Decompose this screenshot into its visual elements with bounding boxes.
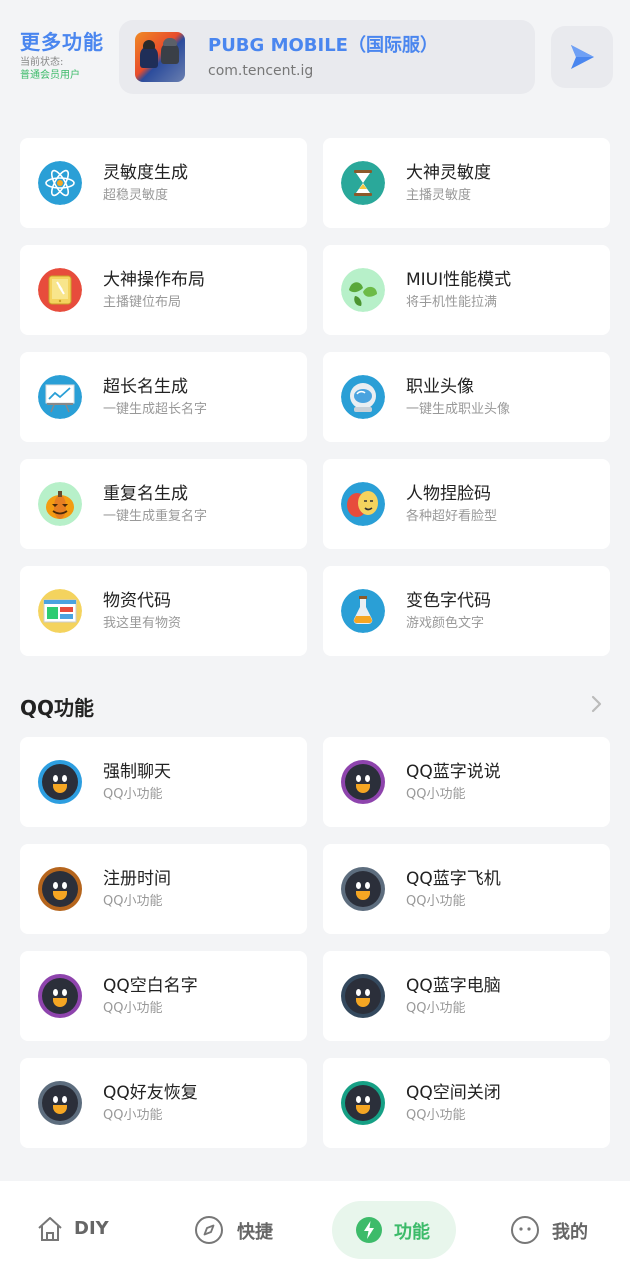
qq-penguin-icon (38, 1081, 82, 1125)
leaves-icon (341, 268, 385, 312)
qq-section-title: QQ功能 (20, 696, 95, 720)
feature-card[interactable]: 大神操作布局主播键位布局 (20, 245, 307, 335)
qq-feature-card[interactable]: 注册时间 QQ小功能 (20, 844, 307, 934)
feature-subtitle: 各种超好看脸型 (406, 509, 498, 524)
presentation-icon (38, 375, 82, 419)
qq-feature-title: 注册时间 (103, 869, 171, 889)
qq-feature-subtitle: QQ小功能 (406, 1108, 466, 1123)
qq-penguin-icon (341, 760, 385, 804)
theater-masks-icon (341, 482, 385, 526)
launch-game-button[interactable] (551, 26, 613, 88)
qq-feature-subtitle: QQ小功能 (406, 1001, 466, 1016)
bottom-nav: DIY 快捷 功能 我的 (0, 1181, 630, 1280)
qq-penguin-icon (38, 974, 82, 1018)
qq-feature-title: QQ蓝字飞机 (406, 869, 501, 889)
qq-feature-title: QQ空白名字 (103, 976, 198, 996)
membership-status: 普通会员用户 (20, 70, 80, 81)
qq-penguin-icon (38, 760, 82, 804)
feature-title: 职业头像 (406, 377, 474, 397)
feature-card[interactable]: 职业头像一键生成职业头像 (323, 352, 610, 442)
feature-subtitle: 主播灵敏度 (406, 188, 472, 203)
feature-subtitle: 一键生成职业头像 (406, 402, 511, 417)
tablet-icon (38, 268, 82, 312)
dashboard-icon (38, 589, 82, 633)
qq-feature-subtitle: QQ小功能 (103, 787, 163, 802)
qq-penguin-icon (38, 867, 82, 911)
nav-label-shortcut: 快捷 (237, 1222, 273, 1243)
face-icon (511, 1216, 539, 1244)
nav-item-profile[interactable]: 我的 (510, 1201, 600, 1259)
game-package: com.tencent.ig (208, 63, 314, 79)
home-icon (38, 1217, 62, 1241)
game-app-icon (135, 32, 185, 82)
feature-subtitle: 一键生成超长名字 (103, 402, 208, 417)
qq-feature-title: QQ空间关闭 (406, 1083, 501, 1103)
qq-feature-card[interactable]: QQ空白名字 QQ小功能 (20, 951, 307, 1041)
feature-subtitle: 主播键位布局 (103, 295, 182, 310)
qq-penguin-icon (341, 867, 385, 911)
feature-title: 变色字代码 (406, 591, 491, 611)
nav-label-features: 功能 (394, 1222, 430, 1243)
bolt-icon (356, 1217, 382, 1243)
qq-feature-title: QQ蓝字电脑 (406, 976, 501, 996)
feature-title: 超长名生成 (103, 377, 188, 397)
play-icon (571, 45, 594, 69)
feature-card[interactable]: 变色字代码游戏颜色文字 (323, 566, 610, 656)
qq-feature-card[interactable]: QQ蓝字飞机 QQ小功能 (323, 844, 610, 934)
feature-title: 人物捏脸码 (406, 484, 491, 504)
page-title: 更多功能 (20, 30, 104, 54)
feature-card[interactable]: 超长名生成一键生成超长名字 (20, 352, 307, 442)
nav-item-features[interactable]: 功能 (332, 1201, 456, 1259)
nav-label-profile: 我的 (552, 1222, 588, 1243)
astronaut-helmet-icon (341, 375, 385, 419)
qq-feature-subtitle: QQ小功能 (103, 894, 163, 909)
brand-block: 更多功能 当前状态: 普通会员用户 (20, 30, 104, 82)
pumpkin-icon (38, 482, 82, 526)
feature-card[interactable]: 物资代码我这里有物资 (20, 566, 307, 656)
nav-item-diy[interactable]: DIY (36, 1201, 116, 1259)
feature-title: MIUI性能模式 (406, 270, 512, 290)
qq-feature-card[interactable]: 强制聊天 QQ小功能 (20, 737, 307, 827)
qq-feature-card[interactable]: QQ空间关闭 QQ小功能 (323, 1058, 610, 1148)
qq-feature-subtitle: QQ小功能 (103, 1108, 163, 1123)
feature-card[interactable]: 大神灵敏度主播灵敏度 (323, 138, 610, 228)
qq-feature-card[interactable]: QQ蓝字电脑 QQ小功能 (323, 951, 610, 1041)
selected-game-card[interactable]: PUBG MOBILE（国际服） com.tencent.ig (119, 20, 535, 94)
feature-subtitle: 超稳灵敏度 (103, 188, 169, 203)
status-label: 当前状态: (20, 57, 64, 68)
feature-card[interactable]: 灵敏度生成超稳灵敏度 (20, 138, 307, 228)
qq-penguin-icon (341, 974, 385, 1018)
feature-card[interactable]: 人物捏脸码各种超好看脸型 (323, 459, 610, 549)
compass-icon (195, 1216, 223, 1244)
feature-title: 大神操作布局 (103, 270, 205, 290)
hourglass-icon (341, 161, 385, 205)
flask-icon (341, 589, 385, 633)
qq-feature-title: QQ蓝字说说 (406, 762, 501, 782)
feature-subtitle: 将手机性能拉满 (406, 295, 498, 310)
game-name: PUBG MOBILE（国际服） (208, 35, 438, 56)
feature-title: 大神灵敏度 (406, 163, 491, 183)
qq-feature-card[interactable]: QQ蓝字说说 QQ小功能 (323, 737, 610, 827)
nav-label-diy: DIY (74, 1218, 109, 1239)
chevron-right-icon[interactable] (590, 694, 604, 714)
feature-subtitle: 一键生成重复名字 (103, 509, 208, 524)
qq-feature-subtitle: QQ小功能 (406, 894, 466, 909)
feature-card[interactable]: 重复名生成一键生成重复名字 (20, 459, 307, 549)
nav-item-shortcut[interactable]: 快捷 (194, 1201, 284, 1259)
qq-feature-subtitle: QQ小功能 (103, 1001, 163, 1016)
feature-title: 灵敏度生成 (103, 163, 188, 183)
feature-subtitle: 我这里有物资 (103, 616, 182, 631)
qq-penguin-icon (341, 1081, 385, 1125)
feature-title: 重复名生成 (103, 484, 188, 504)
qq-feature-subtitle: QQ小功能 (406, 787, 466, 802)
feature-subtitle: 游戏颜色文字 (406, 616, 485, 631)
qq-feature-card[interactable]: QQ好友恢复 QQ小功能 (20, 1058, 307, 1148)
atom-icon (38, 161, 82, 205)
qq-feature-title: QQ好友恢复 (103, 1083, 198, 1103)
feature-card[interactable]: MIUI性能模式将手机性能拉满 (323, 245, 610, 335)
top-header: 更多功能 当前状态: 普通会员用户 PUBG MOBILE（国际服） com.t… (0, 0, 630, 108)
feature-title: 物资代码 (103, 591, 171, 611)
qq-feature-title: 强制聊天 (103, 762, 171, 782)
